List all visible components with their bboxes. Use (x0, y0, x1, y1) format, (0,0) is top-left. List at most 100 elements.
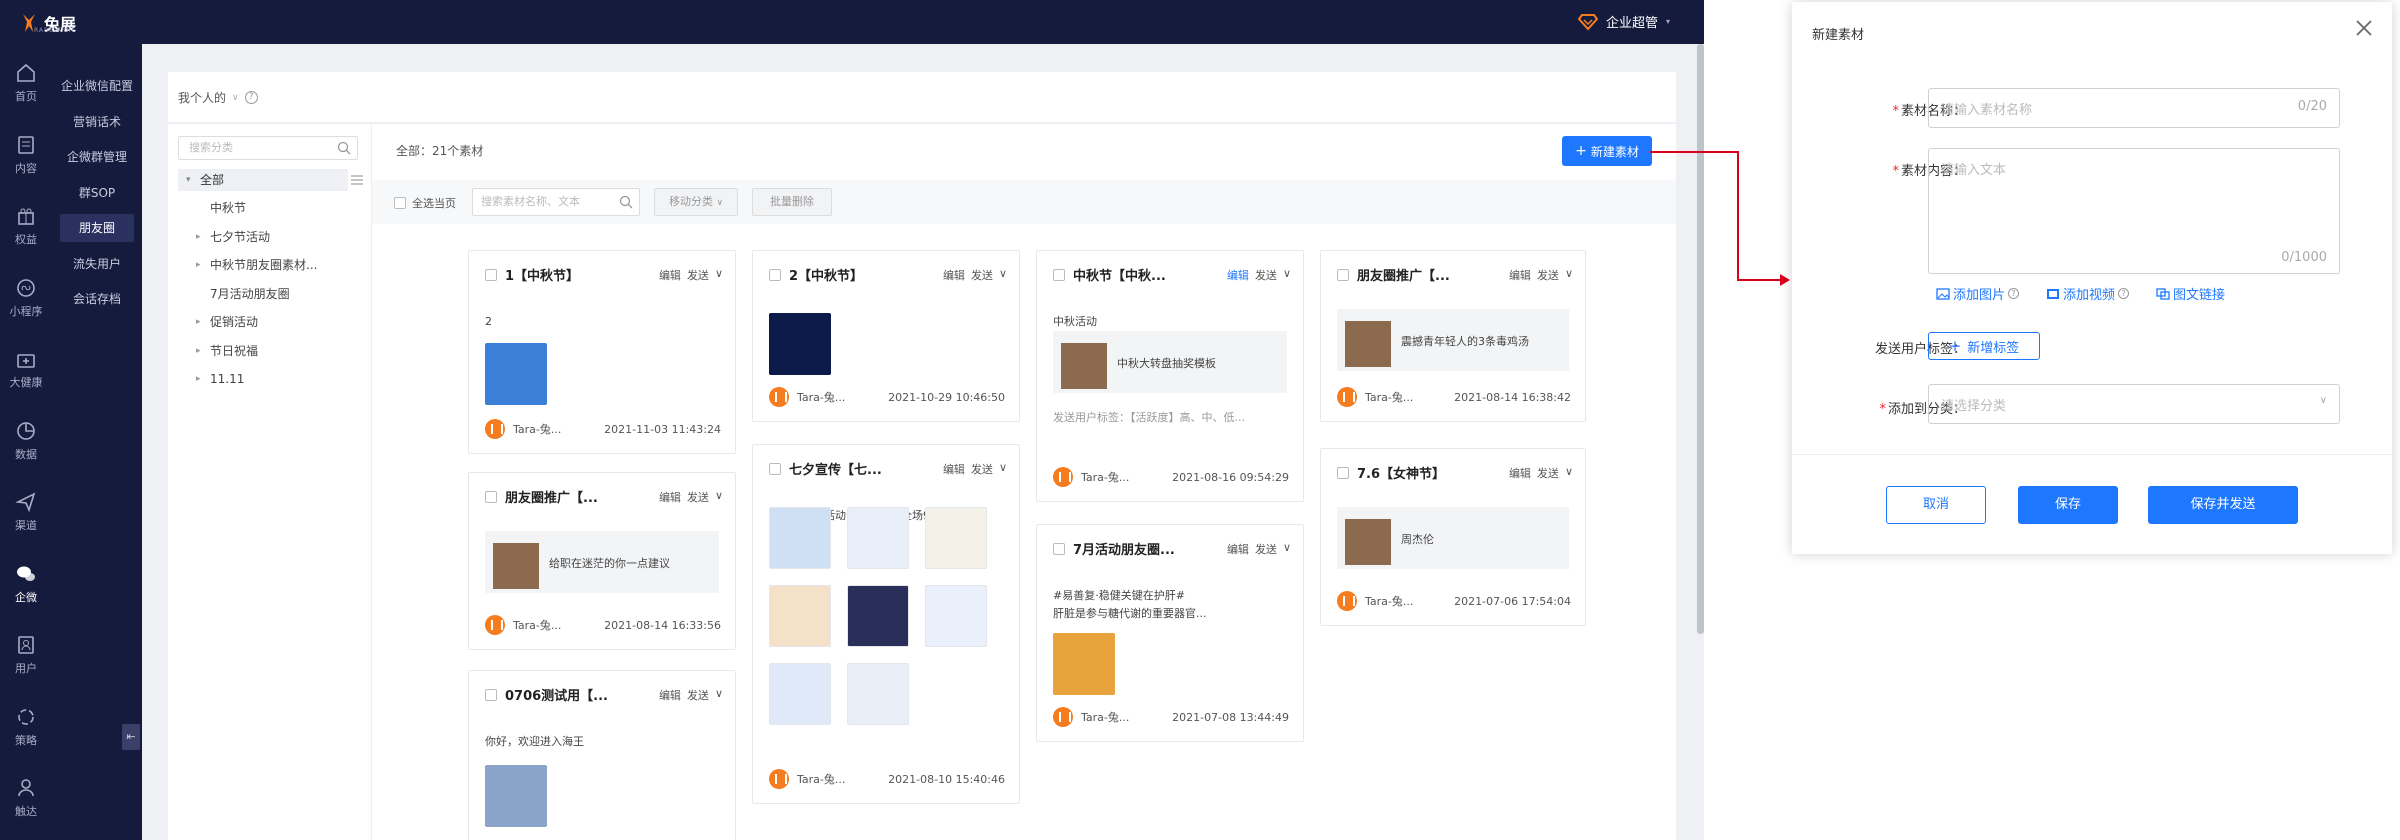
image-thumbnail[interactable] (847, 663, 909, 725)
chevron-down-icon[interactable]: ∨ (1283, 541, 1291, 557)
rail-item-health[interactable]: 大健康 (0, 338, 52, 400)
image-thumbnail[interactable] (769, 585, 831, 647)
image-thumbnail[interactable] (1053, 633, 1115, 695)
rail-item-content[interactable]: 内容 (0, 124, 52, 186)
checkbox[interactable] (1337, 466, 1349, 479)
subnav-item[interactable]: 朋友圈 (60, 214, 134, 242)
checkbox[interactable] (394, 197, 406, 209)
collapse-sidebar-icon[interactable]: ⇤ (122, 724, 140, 750)
send-link[interactable]: 发送 (687, 687, 709, 703)
rail-item-miniapp[interactable]: 小程序 (0, 267, 52, 329)
image-thumbnail[interactable] (847, 507, 909, 569)
material-card[interactable]: 1【中秋节】 编辑 发送 ∨ 2 Tara-兔... 2021-11-03 11:43:24 (468, 250, 736, 454)
chevron-down-icon[interactable]: ∨ (1565, 267, 1573, 283)
edit-link[interactable]: 编辑 (1227, 267, 1249, 283)
batch-delete-button[interactable]: 批量删除 (752, 188, 832, 216)
rail-item-wechat[interactable]: 企微 (0, 553, 52, 615)
help-icon[interactable]: ? (244, 91, 258, 104)
material-card[interactable]: 朋友圈推广【... 编辑 发送 ∨ 震撼青年轻人的3条毒鸡汤 Tara-兔... 2021-… (1320, 250, 1586, 422)
material-card[interactable]: 0706测试用【... 编辑 发送 ∨ 你好，欢迎进入海王 (468, 670, 736, 840)
send-link[interactable]: 发送 (1537, 267, 1559, 283)
subnav-item[interactable]: 营销话术 (52, 108, 142, 136)
material-name-input[interactable]: 请输入素材名称 0/20 (1928, 88, 2340, 128)
main-scrollbar[interactable] (1697, 44, 1704, 634)
material-card[interactable]: 七夕宣传【七...编辑发送∨七夕情人节活动，挚爱珠宝全场9折Tara-兔...2… (752, 444, 1020, 804)
checkbox[interactable] (485, 688, 497, 701)
send-link[interactable]: 发送 (971, 267, 993, 283)
image-thumbnail[interactable] (925, 585, 987, 647)
edit-link[interactable]: 编辑 (659, 267, 681, 283)
close-icon[interactable] (2354, 18, 2374, 38)
menu-icon[interactable] (350, 174, 364, 186)
edit-link[interactable]: 编辑 (659, 489, 681, 505)
checkbox[interactable] (1053, 268, 1065, 281)
tree-item[interactable]: ▸ 中秋节朋友圈素材... (188, 253, 358, 277)
tree-root-item[interactable]: ▾ 全部 (178, 169, 348, 191)
subnav-item[interactable]: 会话存档 (52, 285, 142, 313)
chevron-down-icon[interactable]: ∨ (715, 489, 723, 505)
send-link[interactable]: 发送 (687, 267, 709, 283)
checkbox[interactable] (485, 490, 497, 503)
save-and-send-button[interactable]: 保存并发送 (2148, 486, 2298, 524)
image-thumbnail[interactable] (769, 663, 831, 725)
select-all-page[interactable]: 全选当页 (394, 195, 456, 211)
tree-item[interactable]: ▸ 七夕节活动 (188, 225, 358, 249)
checkbox[interactable] (1053, 542, 1065, 555)
edit-link[interactable]: 编辑 (1509, 465, 1531, 481)
edit-link[interactable]: 编辑 (1509, 267, 1531, 283)
chevron-down-icon[interactable]: ∨ (999, 461, 1007, 477)
image-thumbnail[interactable] (769, 507, 831, 569)
tree-item[interactable]: ▸ 促销活动 (188, 310, 358, 334)
material-card[interactable]: 7月活动朋友圈... 编辑 发送 ∨ #易善复·稳健关键在护肝# 肝脏是参与糖代谢的重要器… (1036, 524, 1304, 742)
new-material-button[interactable]: + 新建素材 (1562, 136, 1652, 166)
image-thumbnail[interactable] (485, 343, 547, 405)
cancel-button[interactable]: 取消 (1886, 486, 1986, 524)
send-link[interactable]: 发送 (971, 461, 993, 477)
tree-item[interactable]: ▸ 节日祝福 (188, 339, 358, 363)
edit-link[interactable]: 编辑 (1227, 541, 1249, 557)
rail-item-data[interactable]: 数据 (0, 410, 52, 472)
link-preview[interactable]: 给职在迷茫的你一点建议 (485, 531, 719, 593)
link-preview[interactable]: 中秋大转盘抽奖模板 (1053, 331, 1287, 393)
scope-select[interactable]: 我个人的 ∨ ? (178, 89, 258, 106)
add-tag-button[interactable]: + 新增标签 (1928, 332, 2040, 360)
material-card[interactable]: 2【中秋节】 编辑 发送 ∨ Tara-兔... 2021-10-29 10:46:50 (752, 250, 1020, 422)
save-button[interactable]: 保存 (2018, 486, 2118, 524)
category-select[interactable]: 请选择分类 ∨ (1928, 384, 2340, 424)
material-card[interactable]: 中秋节【中秋... 编辑 发送 ∨ 中秋活动 中秋大转盘抽奖模板 发送用户标签：【活跃度】高… (1036, 250, 1304, 502)
image-thumbnail[interactable] (485, 765, 547, 827)
tree-item[interactable]: 7月活动朋友圈 (188, 282, 358, 306)
send-link[interactable]: 发送 (687, 489, 709, 505)
chevron-down-icon[interactable]: ∨ (715, 687, 723, 703)
user-menu[interactable]: 企业超管 ▾ (1577, 12, 1670, 31)
rail-item-user[interactable]: 用户 (0, 624, 52, 686)
material-card[interactable]: 7.6【女神节】 编辑 发送 ∨ 周杰伦 Tara-兔... 2021-07-06 17:5… (1320, 448, 1586, 626)
edit-link[interactable]: 编辑 (943, 461, 965, 477)
help-icon[interactable]: ? (2118, 288, 2130, 299)
send-link[interactable]: 发送 (1255, 541, 1277, 557)
link-preview[interactable]: 周杰伦 (1337, 507, 1569, 569)
link-preview[interactable]: 震撼青年轻人的3条毒鸡汤 (1337, 309, 1569, 371)
rail-item-rights[interactable]: 权益 (0, 195, 52, 257)
move-category-button[interactable]: 移动分类 ∨ (654, 188, 738, 216)
subnav-item[interactable]: 流失用户 (52, 250, 142, 278)
subnav-item[interactable]: 企业微信配置 (52, 72, 142, 100)
chevron-down-icon[interactable]: ∨ (1283, 267, 1291, 283)
rail-item-home[interactable]: 首页 (0, 52, 52, 114)
material-content-textarea[interactable]: 请输入文本 0/1000 (1928, 148, 2340, 274)
chevron-down-icon[interactable]: ∨ (1565, 465, 1573, 481)
subnav-item[interactable]: 群SOP (52, 179, 142, 207)
rail-item-strategy[interactable]: 策略 (0, 696, 52, 758)
chevron-down-icon[interactable]: ∨ (999, 267, 1007, 283)
checkbox[interactable] (1337, 268, 1349, 281)
material-search-input[interactable]: 搜索素材名称、文本 (472, 188, 640, 216)
checkbox[interactable] (769, 462, 781, 475)
subnav-item[interactable]: 企微群管理 (52, 143, 142, 171)
chevron-down-icon[interactable]: ∨ (715, 267, 723, 283)
add-video-link[interactable]: 添加视频 ? (2046, 284, 2130, 303)
help-icon[interactable]: ? (2008, 288, 2020, 299)
image-thumbnail[interactable] (847, 585, 909, 647)
tree-item[interactable]: 中秋节 (188, 196, 358, 220)
add-article-link[interactable]: 图文链接 (2156, 284, 2225, 303)
add-image-link[interactable]: 添加图片 ? (1936, 284, 2020, 303)
